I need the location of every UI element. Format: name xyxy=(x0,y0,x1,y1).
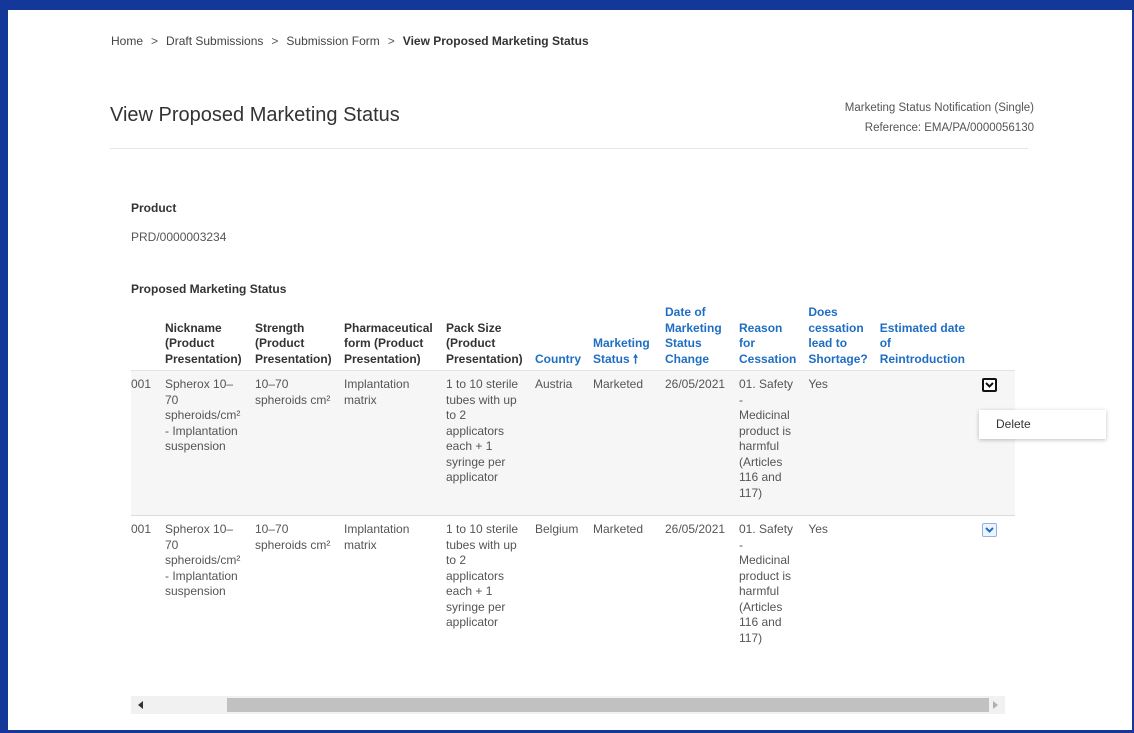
table-row: 001 Spherox 10–70 spheroids/cm² - Implan… xyxy=(131,370,1015,516)
marketing-status-table: Nickname (Product Presentation) Strength… xyxy=(131,305,1015,666)
cell-status: Marketed xyxy=(588,370,660,516)
proposed-status-label: Proposed Marketing Status xyxy=(131,282,287,296)
cell-nickname: Spherox 10–70 spheroids/cm² - Implantati… xyxy=(160,370,250,516)
breadcrumb-separator: > xyxy=(387,34,395,48)
reference-number: Reference: EMA/PA/0000056130 xyxy=(864,122,1034,134)
submission-meta: Marketing Status Notification (Single) R… xyxy=(845,98,1034,138)
delete-menu-item[interactable]: Delete xyxy=(979,410,1106,431)
breadcrumb-draft-submissions[interactable]: Draft Submissions xyxy=(166,34,263,48)
cell-form: Implantation matrix xyxy=(339,515,441,666)
cell-pack-size: 1 to 10 sterile tubes with up to 2 appli… xyxy=(441,515,530,666)
column-header-form: Pharmaceutical form (Product Presentatio… xyxy=(344,320,433,366)
cell-date: 26/05/2021 xyxy=(660,515,734,666)
breadcrumb-current: View Proposed Marketing Status xyxy=(402,34,589,48)
page-frame: Home > Draft Submissions > Submission Form > V… xyxy=(8,10,1132,730)
row-actions-button[interactable] xyxy=(981,523,997,537)
horizontal-scrollbar[interactable] xyxy=(131,696,1005,714)
column-header-marketing-status[interactable]: Marketing Status 🠕 xyxy=(588,305,660,371)
cell-country: Austria xyxy=(530,370,588,516)
breadcrumb-home[interactable]: Home xyxy=(111,34,143,48)
cell-country: Belgium xyxy=(530,515,588,666)
column-header-shortage[interactable]: Does cessation lead to Shortage? xyxy=(803,305,874,371)
cell-date: 26/05/2021 xyxy=(660,370,734,516)
cell-status: Marketed xyxy=(588,515,660,666)
scrollbar-thumb[interactable] xyxy=(227,698,989,712)
breadcrumb-submission-form[interactable]: Submission Form xyxy=(286,34,379,48)
breadcrumb-separator: > xyxy=(151,34,159,48)
breadcrumb: Home > Draft Submissions > Submission Form > V… xyxy=(111,34,589,48)
column-header-id xyxy=(131,305,160,371)
cell-reintroduction xyxy=(874,515,977,666)
marketing-status-header-label: Marketing Status xyxy=(593,336,650,366)
column-header-reason[interactable]: Reason for Cessation xyxy=(734,305,803,371)
row-actions-menu: Delete xyxy=(979,410,1106,439)
breadcrumb-separator: > xyxy=(271,34,279,48)
column-header-actions xyxy=(977,305,1015,371)
cell-reason: 01. Safety - Medicinal product is harmfu… xyxy=(734,515,804,666)
arrow-left-icon[interactable] xyxy=(138,701,143,709)
cell-id: 001 xyxy=(131,515,160,666)
header-divider xyxy=(110,148,1028,149)
cell-strength: 10–70 spheroids cm² xyxy=(250,515,339,666)
cell-reintroduction xyxy=(874,370,977,516)
column-header-country[interactable]: Country xyxy=(530,305,588,371)
column-header-nickname: Nickname (Product Presentation) xyxy=(165,320,242,366)
sort-ascending-icon: 🠕 xyxy=(633,351,639,366)
column-header-reintroduction[interactable]: Estimated date of Reintroduction xyxy=(875,305,977,371)
cell-pack-size: 1 to 10 sterile tubes with up to 2 appli… xyxy=(441,370,530,516)
cell-nickname: Spherox 10–70 spheroids/cm² - Implantati… xyxy=(160,515,250,666)
chevron-down-icon xyxy=(984,382,994,388)
column-header-strength: Strength (Product Presentation) xyxy=(255,320,332,366)
chevron-down-icon xyxy=(984,527,994,533)
row-actions-button[interactable] xyxy=(981,378,997,392)
page-title: View Proposed Marketing Status xyxy=(110,104,400,126)
column-header-date[interactable]: Date of Marketing Status Change xyxy=(660,305,734,371)
table-header-row: Nickname (Product Presentation) Strength… xyxy=(131,305,1015,371)
cell-form: Implantation matrix xyxy=(339,370,441,516)
cell-strength: 10–70 spheroids cm² xyxy=(250,370,339,516)
cell-reason: 01. Safety - Medicinal product is harmfu… xyxy=(734,370,804,516)
cell-id: 001 xyxy=(131,370,160,516)
arrow-right-icon[interactable] xyxy=(993,701,998,709)
cell-shortage: Yes xyxy=(803,370,875,516)
cell-actions xyxy=(976,370,1015,516)
column-header-pack-size: Pack Size (Product Presentation) xyxy=(446,320,523,366)
table-row: 001 Spherox 10–70 spheroids/cm² - Implan… xyxy=(131,515,1015,666)
product-label: Product xyxy=(131,201,177,215)
notification-type: Marketing Status Notification (Single) xyxy=(844,102,1034,114)
cell-shortage: Yes xyxy=(803,515,875,666)
product-value: PRD/0000003234 xyxy=(131,230,227,244)
cell-actions xyxy=(976,515,1015,666)
